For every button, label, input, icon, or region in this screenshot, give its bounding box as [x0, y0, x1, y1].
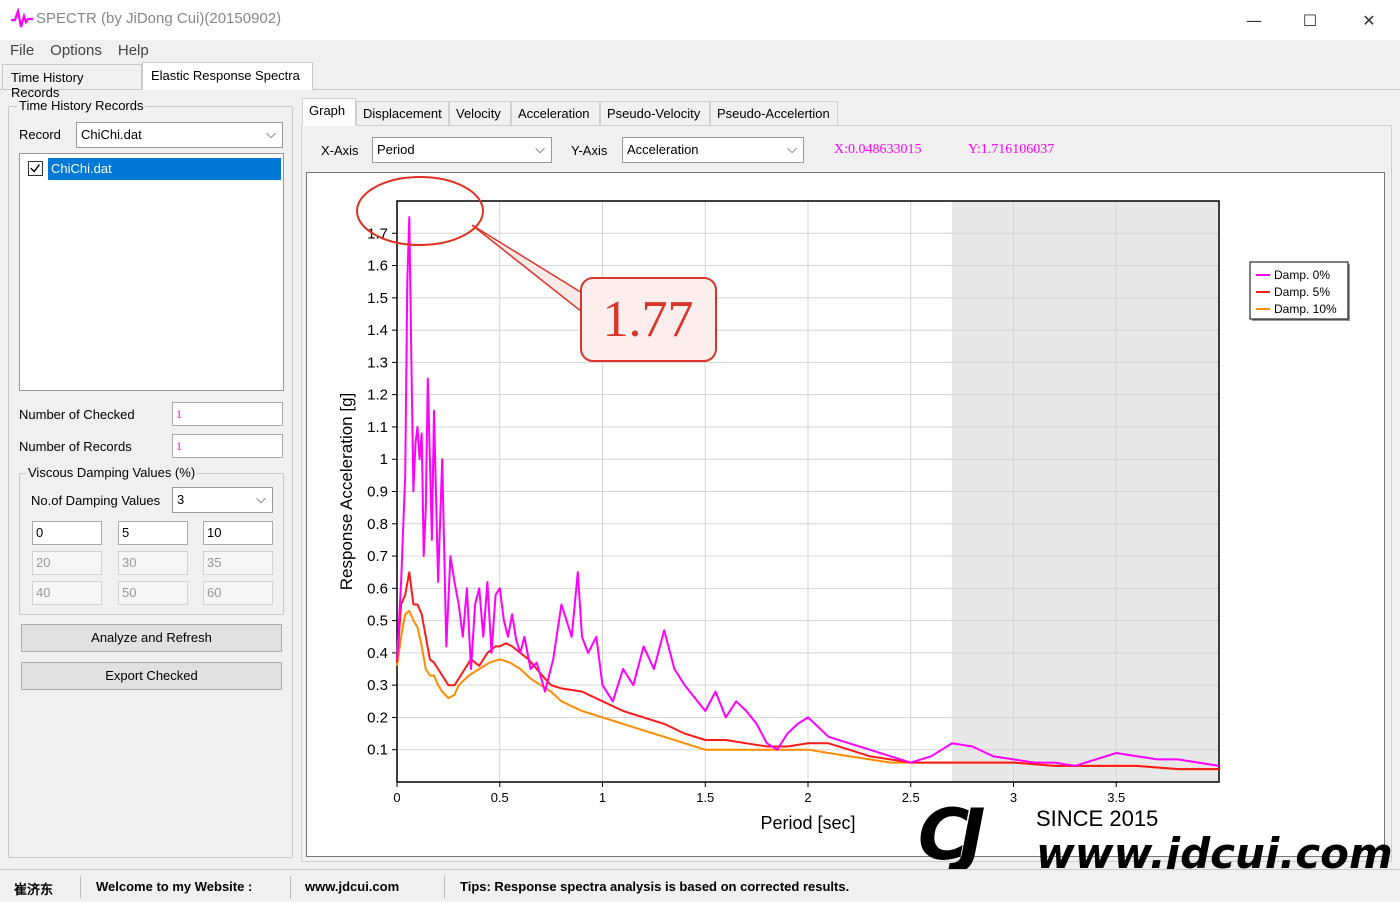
y-tick-label: 1: [380, 451, 388, 468]
status-welcome: Welcome to my Website :: [96, 879, 253, 894]
x-tick-label: 1.5: [696, 790, 714, 805]
menu-file[interactable]: File: [2, 40, 42, 64]
x-axis-title: Period [sec]: [760, 813, 855, 833]
tab-time-history-records[interactable]: Time History Records: [2, 64, 142, 100]
damping-group-title: Viscous Damping Values (%): [26, 465, 198, 480]
tab-pseudo-velocity[interactable]: Pseudo-Velocity: [600, 101, 710, 125]
export-checked-button[interactable]: Export Checked: [21, 662, 282, 690]
y-tick-label: 0.4: [367, 645, 388, 662]
damping-field-9: 60: [203, 581, 273, 605]
menu-options[interactable]: Options: [42, 40, 110, 64]
x-tick-label: 0.5: [491, 790, 509, 805]
record-list[interactable]: ChiChi.dat: [19, 153, 284, 391]
y-tick-label: 0.6: [367, 580, 388, 597]
app-logo-icon: [11, 8, 33, 28]
x-axis-select[interactable]: Period ⌵: [372, 137, 552, 163]
y-tick-label: 1.1: [367, 419, 388, 436]
chevron-down-icon: ⌵: [256, 491, 266, 506]
damping-field-5: 30: [118, 551, 188, 575]
window-title: SPECTR (by JiDong Cui)(20150902): [36, 10, 282, 27]
damping-field-4: 20: [32, 551, 102, 575]
y-tick-label: 0.3: [367, 677, 388, 694]
x-tick-label: 0: [393, 790, 400, 805]
y-tick-label: 1.5: [367, 290, 388, 307]
group-title: Time History Records: [17, 98, 146, 113]
damping-field-6: 35: [203, 551, 273, 575]
legend-label: Damp. 5%: [1274, 285, 1330, 299]
watermark: CJ SINCE 2015 www.jdcui.com: [918, 794, 1393, 880]
menu-help[interactable]: Help: [110, 40, 157, 64]
tab-acceleration[interactable]: Acceleration: [511, 101, 600, 125]
y-tick-label: 0.1: [367, 742, 388, 759]
status-divider: [290, 876, 291, 898]
annotation-callout-text: 1.77: [603, 291, 694, 348]
damping-field-1[interactable]: 0: [32, 521, 102, 545]
tab-pseudo-acceleration[interactable]: Pseudo-Accelertion: [710, 101, 838, 125]
y-readout: Y:1.716106037: [968, 142, 1055, 157]
num-records-field: 1: [172, 434, 283, 458]
watermark-logo: CJ: [918, 794, 985, 876]
status-author: 崔济东: [14, 882, 54, 897]
tab-velocity[interactable]: Velocity: [449, 101, 511, 125]
damping-field-2[interactable]: 5: [118, 521, 188, 545]
y-tick-label: 1.3: [367, 354, 388, 371]
chevron-down-icon: ⌵: [266, 126, 276, 141]
y-tick-label: 0.5: [367, 613, 388, 630]
record-select-value: ChiChi.dat: [81, 127, 142, 142]
damping-field-3[interactable]: 10: [203, 521, 273, 545]
annotation-pointer: [471, 224, 588, 318]
tab-elastic-response-spectra[interactable]: Elastic Response Spectra: [142, 62, 313, 90]
y-tick-label: 0.2: [367, 709, 388, 726]
check-icon: [30, 164, 40, 173]
no-damping-label: No.of Damping Values: [31, 493, 161, 508]
annotation-ellipse: [356, 176, 484, 246]
status-bar: 崔济东 Welcome to my Website : www.jdcui.co…: [0, 869, 1400, 902]
minimize-button[interactable]: —: [1225, 0, 1283, 40]
x-axis-label: X-Axis: [321, 143, 359, 158]
num-checked-label: Number of Checked: [19, 407, 135, 422]
chevron-down-icon: ⌵: [535, 141, 545, 156]
tab-displacement[interactable]: Displacement: [356, 101, 449, 125]
status-divider: [444, 876, 445, 898]
list-item-label: ChiChi.dat: [48, 158, 281, 180]
y-axis-select[interactable]: Acceleration ⌵: [622, 137, 804, 163]
status-site-link[interactable]: www.jdcui.com: [305, 879, 399, 894]
x-tick-label: 1: [599, 790, 606, 805]
status-divider: [80, 876, 81, 898]
analyze-refresh-button[interactable]: Analyze and Refresh: [21, 624, 282, 652]
y-tick-label: 0.7: [367, 548, 388, 565]
y-tick-label: 0.8: [367, 516, 388, 533]
list-item[interactable]: ChiChi.dat: [22, 158, 281, 180]
legend-label: Damp. 10%: [1274, 302, 1337, 316]
y-tick-label: 1.2: [367, 387, 388, 404]
num-records-label: Number of Records: [19, 439, 132, 454]
maximize-button[interactable]: ☐: [1281, 0, 1339, 40]
title-bar: SPECTR (by JiDong Cui)(20150902) — ☐ ✕: [0, 0, 1400, 40]
chart-area[interactable]: 0 0.5 1 1.5 2 2.5 3 3.5 0.1 0.2 0.3 0.4 0.5 0.6 0.7 0.8…: [306, 172, 1385, 857]
y-axis-value: Acceleration: [627, 142, 699, 157]
close-button[interactable]: ✕: [1340, 0, 1398, 40]
damping-field-8: 50: [118, 581, 188, 605]
num-checked-field: 1: [172, 402, 283, 426]
menu-bar: File Options Help: [0, 40, 1400, 64]
record-select[interactable]: ChiChi.dat ⌵: [76, 122, 283, 148]
tab-graph[interactable]: Graph: [302, 98, 356, 126]
x-readout: X:0.048633015: [834, 142, 922, 157]
response-spectra-chart: 0 0.5 1 1.5 2 2.5 3 3.50.10.20.30.40.50.60.70.8…: [337, 176, 1350, 833]
y-tick-label: 1.4: [367, 322, 388, 339]
record-checkbox[interactable]: [28, 161, 43, 176]
status-tips: Tips: Response spectra analysis is based…: [460, 879, 850, 894]
x-tick-label: 2: [804, 790, 811, 805]
chevron-down-icon: ⌵: [787, 141, 797, 156]
record-label: Record: [19, 127, 61, 142]
legend-label: Damp. 0%: [1274, 268, 1330, 282]
y-axis-title: Response Acceleration [g]: [337, 393, 356, 591]
y-axis-label: Y-Axis: [571, 143, 608, 158]
y-tick-label: 0.9: [367, 484, 388, 501]
damping-field-7: 40: [32, 581, 102, 605]
y-tick-label: 1.6: [367, 258, 388, 275]
no-damping-select[interactable]: 3 ⌵: [172, 487, 273, 513]
x-axis-value: Period: [377, 142, 415, 157]
no-damping-value: 3: [177, 492, 185, 507]
